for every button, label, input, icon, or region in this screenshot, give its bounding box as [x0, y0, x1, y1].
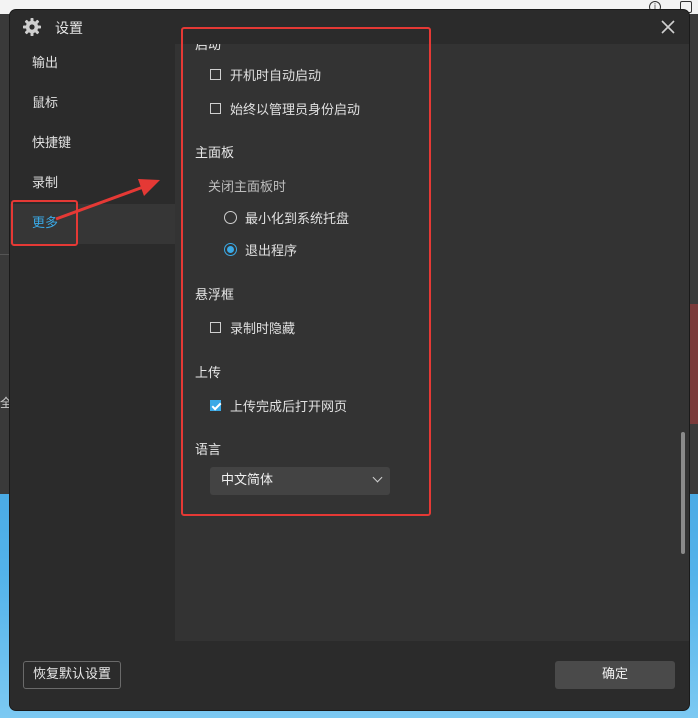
sidebar-item-record[interactable]: 录制 [10, 164, 175, 204]
sidebar-item-output[interactable]: 输出 [10, 44, 175, 84]
restore-defaults-button[interactable]: 恢复默认设置 [23, 661, 121, 689]
close-icon[interactable] [657, 16, 679, 38]
gear-icon [23, 18, 41, 36]
annotation-box-more [11, 200, 78, 246]
window-title: 设置 [55, 21, 83, 37]
sidebar-item-mouse[interactable]: 鼠标 [10, 84, 175, 124]
footer: 恢复默认设置 确定 [10, 641, 689, 710]
sidebar-item-shortcuts[interactable]: 快捷键 [10, 124, 175, 164]
ok-button[interactable]: 确定 [555, 661, 675, 689]
annotation-box-content [181, 27, 431, 516]
sidebar: 输出 鼠标 快捷键 录制 更多 [10, 44, 175, 641]
content-scrollbar[interactable] [681, 432, 685, 554]
